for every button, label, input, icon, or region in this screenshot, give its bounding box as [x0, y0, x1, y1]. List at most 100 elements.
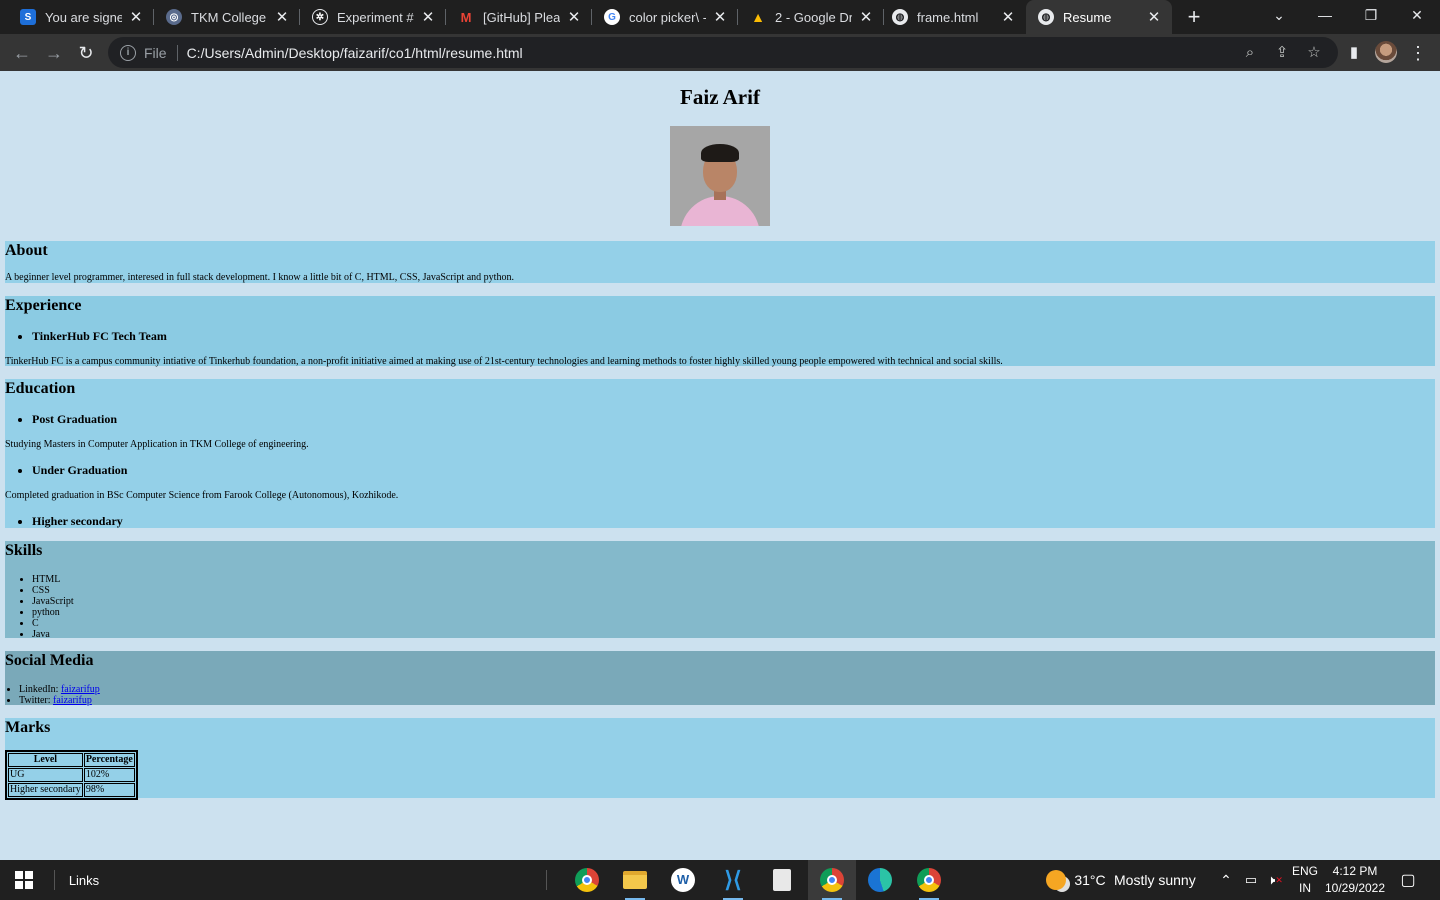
close-icon[interactable]: ✕	[712, 8, 728, 26]
share-icon[interactable]: ⇪	[1268, 37, 1296, 68]
about-text: A beginner level programmer, interesed i…	[5, 272, 514, 283]
notification-icon[interactable]: ▢	[1392, 860, 1424, 900]
education-list: Post Graduation	[5, 412, 1435, 427]
language-code: ENG	[1291, 864, 1318, 878]
social-label: Twitter:	[19, 695, 51, 706]
chrome-profile-icon[interactable]	[808, 860, 856, 900]
skill-item: HTML	[32, 574, 1435, 585]
system-clock[interactable]: 4:12 PM 10/29/2022	[1322, 860, 1388, 900]
education-item-text: Studying Masters in Computer Application…	[5, 439, 309, 450]
skill-item: CSS	[32, 585, 1435, 596]
back-arrow-icon[interactable]: ←	[8, 39, 36, 67]
address-bar[interactable]: i File C:/Users/Admin/Desktop/faizarif/c…	[108, 37, 1338, 68]
social-list: LinkedIn: faizarifup Twitter: faizarifup	[5, 684, 1435, 706]
reload-icon[interactable]: ↻	[72, 39, 100, 67]
tab-title: frame.html	[917, 9, 979, 25]
education-heading: Education	[5, 380, 76, 397]
windows-start-icon[interactable]	[0, 860, 48, 900]
close-icon[interactable]: ✕	[858, 8, 874, 26]
browser-tab[interactable]: G color picker\ - G ✕	[592, 0, 738, 34]
close-icon[interactable]: ✕	[1000, 8, 1016, 26]
window-close-button[interactable]: ✕	[1394, 0, 1440, 34]
menu-kebab-icon[interactable]: ⋮	[1404, 39, 1432, 67]
windows-taskbar: Links W ⟩⟨ 31°C Mostly sunny ⌃ ▭ 🕨 ✕ ENG …	[0, 860, 1440, 900]
input-language[interactable]: ENG IN	[1288, 860, 1322, 900]
weather-sun-icon[interactable]	[1044, 860, 1068, 900]
scheme-label: File	[144, 44, 167, 61]
skill-item: JavaScript	[32, 596, 1435, 607]
links-toolbar[interactable]: Links	[60, 860, 108, 900]
browser-tab[interactable]: ◎ TKM College Of ✕	[154, 0, 300, 34]
tab-title: You are signed	[45, 9, 122, 25]
tab-title: color picker\ - G	[629, 9, 706, 25]
minimize-button[interactable]: —	[1302, 0, 1348, 34]
close-icon[interactable]: ✕	[274, 8, 290, 26]
new-tab-button[interactable]: +	[1180, 3, 1208, 31]
zoom-icon[interactable]: ⌕	[1236, 37, 1264, 68]
tab-title: Resume	[1063, 9, 1112, 25]
tab-search-icon[interactable]: ⌄	[1256, 0, 1302, 34]
marks-section: Marks Level Percentage UG 102% Higher se…	[5, 718, 1435, 800]
skills-list: HTML CSS JavaScript python C Java	[5, 574, 1435, 640]
chevron-up-icon[interactable]: ⌃	[1214, 860, 1238, 900]
browser-tab[interactable]: S You are signed ✕	[8, 0, 154, 34]
weather-temp[interactable]: 31°C	[1074, 860, 1105, 900]
close-icon[interactable]: ✕	[566, 8, 582, 26]
experience-section: Experience TinkerHub FC Tech Team Tinker…	[5, 296, 1435, 367]
experience-heading: Experience	[5, 297, 82, 314]
experience-list: TinkerHub FC Tech Team	[5, 329, 1435, 344]
forward-arrow-icon[interactable]: →	[40, 39, 68, 67]
region-code: IN	[1299, 881, 1311, 895]
s-letter-icon: S	[20, 9, 36, 25]
table-cell: Higher secondary	[8, 783, 83, 797]
clock-time: 4:12 PM	[1332, 864, 1378, 878]
bookmark-star-icon[interactable]: ☆	[1300, 37, 1328, 68]
browser-tab-active[interactable]: ◍ Resume ✕	[1026, 0, 1172, 34]
vscode-icon[interactable]: ⟩⟨	[709, 860, 757, 900]
close-icon[interactable]: ✕	[420, 8, 436, 26]
table-row: UG 102%	[8, 768, 135, 782]
clock-date: 10/29/2022	[1324, 881, 1386, 895]
photo-hair	[701, 144, 739, 162]
network-icon[interactable]: ▭	[1240, 860, 1262, 900]
word-pad-icon[interactable]: W	[659, 860, 707, 900]
profile-avatar[interactable]	[1375, 41, 1397, 63]
table-row: Higher secondary 98%	[8, 783, 135, 797]
chrome-taskbar-icon[interactable]	[905, 860, 953, 900]
table-cell: 102%	[83, 768, 135, 782]
restore-button[interactable]: ❐	[1348, 0, 1394, 34]
weather-condition[interactable]: Mostly sunny	[1114, 860, 1204, 900]
tab-title: TKM College Of	[191, 9, 268, 25]
info-icon[interactable]: i	[120, 44, 136, 61]
browser-tab-strip: S You are signed ✕ ◎ TKM College Of ✕ ✲ …	[0, 0, 1440, 34]
about-heading: About	[5, 242, 48, 259]
google-drive-icon: ▲	[751, 9, 765, 25]
file-explorer-icon[interactable]	[611, 860, 659, 900]
twitter-link[interactable]: faizarifup	[53, 695, 92, 706]
browser-tab[interactable]: ▲ 2 - Google Driv ✕	[738, 0, 884, 34]
volume-muted-icon[interactable]: 🕨 ✕	[1264, 860, 1286, 900]
education-section: Education Post Graduation Studying Maste…	[5, 379, 1435, 528]
side-panel-icon[interactable]: ▮	[1340, 39, 1368, 67]
skill-item: C	[32, 618, 1435, 629]
close-icon[interactable]: ✕	[128, 8, 144, 26]
chrome-taskbar-icon[interactable]	[563, 860, 611, 900]
linkedin-link[interactable]: faizarifup	[61, 684, 100, 695]
education-item-title: Post Graduation	[32, 412, 1435, 427]
notepad-icon[interactable]	[758, 860, 806, 900]
close-icon[interactable]: ✕	[1146, 8, 1162, 26]
education-item-title: Under Graduation	[32, 463, 1435, 478]
browser-tab[interactable]: M [GitHub] Please ✕	[446, 0, 592, 34]
about-section: About A beginner level programmer, inter…	[5, 241, 1435, 283]
taskbar-divider	[54, 870, 55, 890]
openai-icon: ✲	[312, 9, 328, 25]
education-item-text: Completed graduation in BSc Computer Sci…	[5, 490, 399, 501]
table-cell: 98%	[83, 783, 135, 797]
url-text[interactable]: C:/Users/Admin/Desktop/faizarif/co1/html…	[187, 45, 523, 61]
browser-tab[interactable]: ◍ frame.html ✕	[880, 0, 1026, 34]
edge-icon[interactable]	[856, 860, 904, 900]
social-label: LinkedIn:	[19, 684, 59, 695]
education-list: Under Graduation	[5, 463, 1435, 478]
tab-title: 2 - Google Driv	[775, 9, 852, 25]
browser-tab[interactable]: ✲ Experiment #6 ✕	[300, 0, 446, 34]
